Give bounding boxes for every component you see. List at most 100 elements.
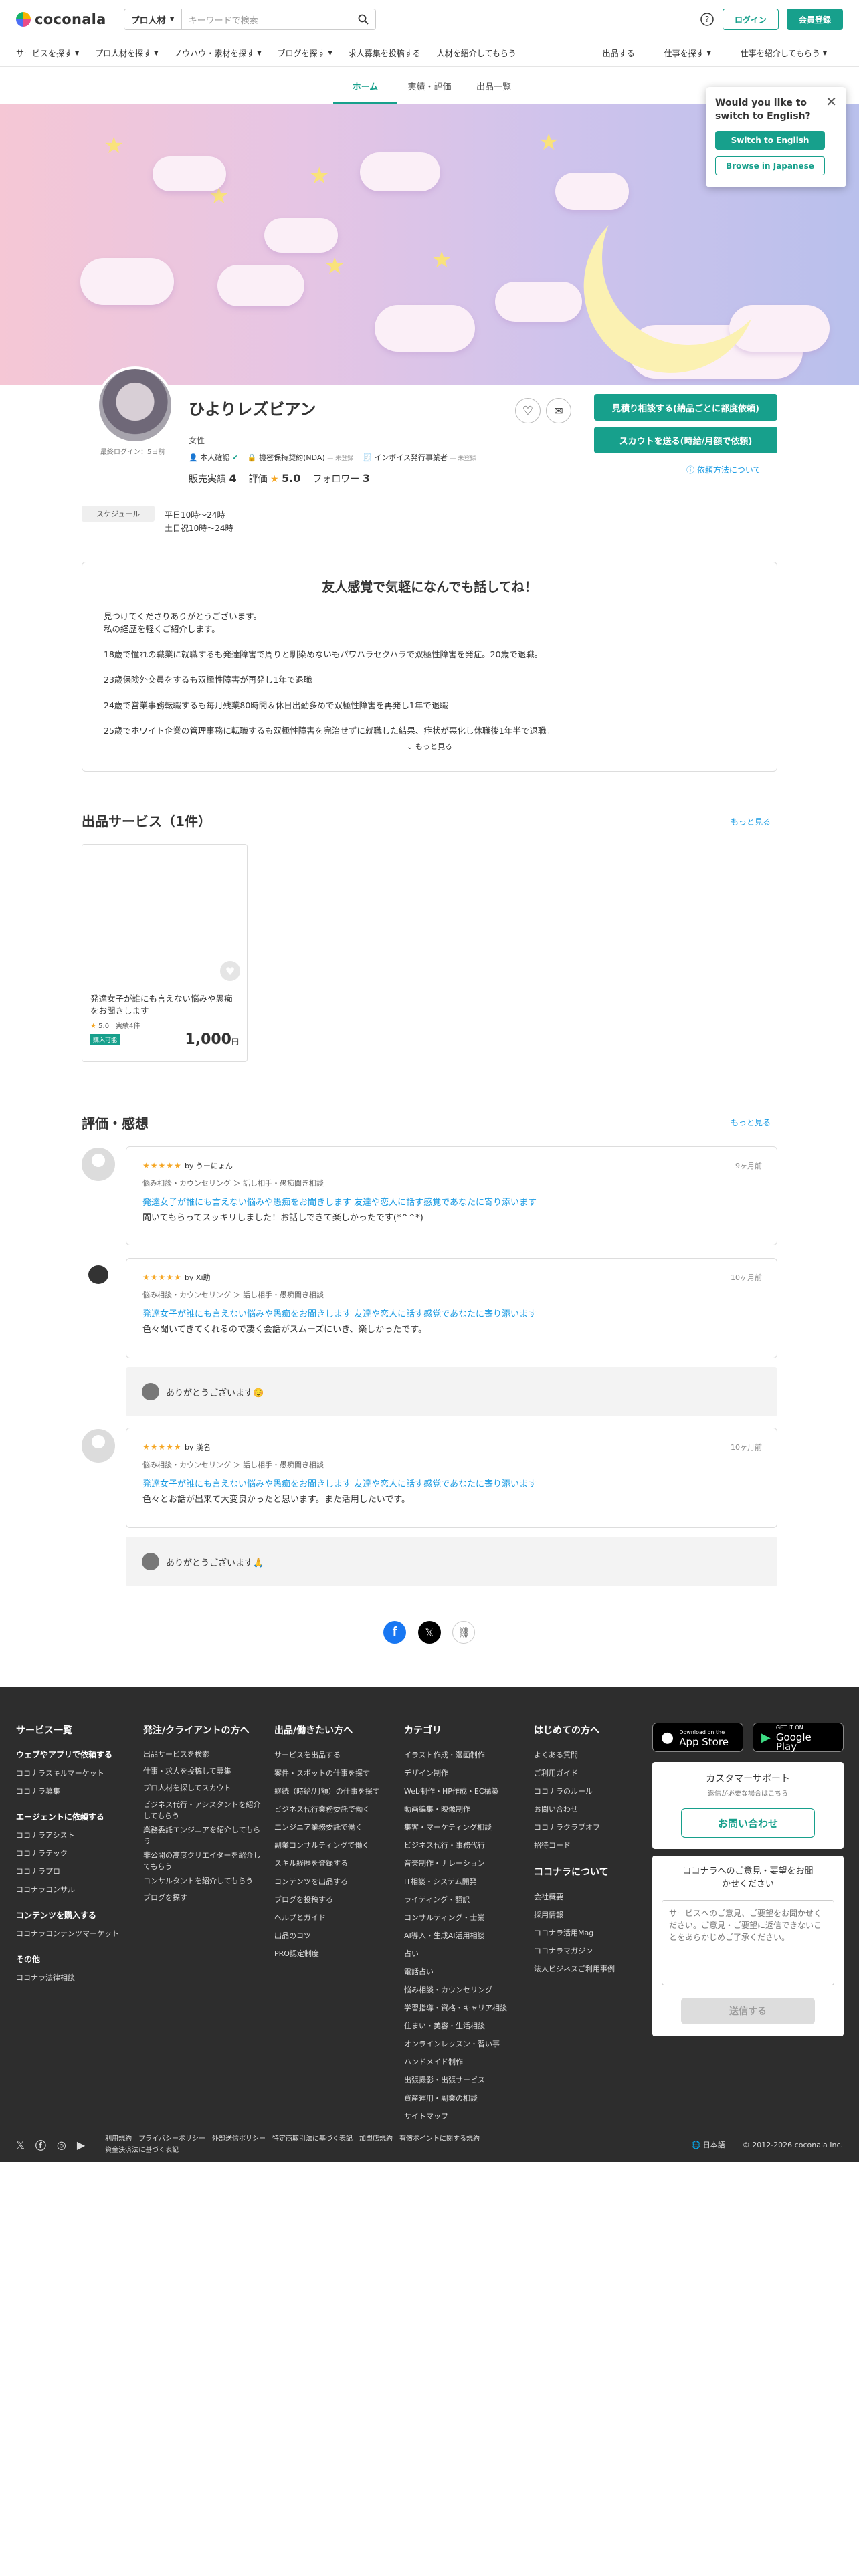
footer-link[interactable]: イラスト作成・漫画制作 [404, 1746, 524, 1764]
footer-link[interactable]: スキル経歴を登録する [274, 1854, 395, 1872]
review-service-link[interactable]: 発達女子が誰にも言えない悩みや愚痴をお聞きします 友達や恋人に話す感覚であなたに… [142, 1307, 761, 1319]
footer-link[interactable]: ココナラクラブオフ [534, 1818, 641, 1836]
search-input[interactable]: キーワードで検索 [181, 9, 376, 30]
nav-sell[interactable]: 出品する [603, 47, 635, 59]
nav-knowhow[interactable]: ノウハウ・素材を探す ▼ [174, 47, 261, 59]
footer-link[interactable]: ビジネス代行・アシスタントを紹介してもらう [143, 1799, 264, 1822]
feedback-textarea[interactable] [662, 1900, 834, 1985]
browse-japanese-button[interactable]: Browse in Japanese [715, 156, 825, 175]
legal-link[interactable]: 加盟店規約 [359, 2135, 393, 2143]
footer-link[interactable]: 業務委託エンジニアを紹介してもらう [143, 1824, 264, 1847]
footer-link[interactable]: コンテンツを出品する [274, 1872, 395, 1891]
footer-link[interactable]: 法人ビジネスご利用事例 [534, 1960, 641, 1978]
footer-link[interactable]: PRO認定制度 [274, 1945, 395, 1963]
footer-link[interactable]: 音楽制作・ナレーション [404, 1854, 524, 1872]
legal-link[interactable]: プライバシーポリシー [138, 2135, 205, 2143]
footer-link[interactable]: ココナラのルール [534, 1782, 641, 1800]
footer-link[interactable]: ココナラテック [16, 1844, 130, 1862]
footer-link[interactable]: 学習指導・資格・キャリア相談 [404, 1999, 524, 2017]
review-service-link[interactable]: 発達女子が誰にも言えない悩みや愚痴をお聞きします 友達や恋人に話す感覚であなたに… [142, 1195, 761, 1208]
footer-link[interactable]: 非公開の高度クリエイターを紹介してもらう [143, 1850, 264, 1872]
favorite-heart-icon[interactable]: ♡ [515, 398, 541, 423]
message-mail-icon[interactable]: ✉ [546, 398, 571, 423]
x-icon[interactable]: 𝕏 [16, 2139, 25, 2151]
footer-link[interactable]: 資産運用・副業の相談 [404, 2089, 524, 2107]
footer-link[interactable]: デザイン制作 [404, 1764, 524, 1782]
footer-link[interactable]: 占い [404, 1945, 524, 1963]
tab-reviews[interactable]: 実績・評価 [397, 70, 462, 104]
footer-link[interactable]: ブログを投稿する [274, 1891, 395, 1909]
footer-link[interactable]: 案件・スポットの仕事を探す [274, 1764, 395, 1782]
footer-link[interactable]: IT相談・システム開発 [404, 1872, 524, 1891]
app-store-badge[interactable]: ● Download on the App Store [652, 1723, 743, 1752]
footer-link[interactable]: ハンドメイド制作 [404, 2053, 524, 2071]
footer-link[interactable]: ココナラ募集 [16, 1782, 130, 1800]
footer-link[interactable]: お問い合わせ [534, 1800, 641, 1818]
footer-link[interactable]: ココナラマガジン [534, 1942, 641, 1960]
footer-link[interactable]: 会社概要 [534, 1888, 641, 1906]
footer-link[interactable]: ココナラアシスト [16, 1826, 130, 1844]
footer-link[interactable]: 招待コード [534, 1836, 641, 1854]
footer-link[interactable]: ライティング・翻訳 [404, 1891, 524, 1909]
reviews-more-link[interactable]: もっと見る [731, 1117, 771, 1128]
footer-link[interactable]: プロ人材を探してスカウト [143, 1780, 264, 1796]
facebook-icon[interactable]: ⓕ [35, 2137, 46, 2153]
footer-link[interactable]: ココナラスキルマーケット [16, 1764, 130, 1782]
footer-link[interactable]: コンサルタントを紹介してもらう [143, 1875, 264, 1887]
facebook-share-icon[interactable]: f [383, 1621, 406, 1644]
footer-link[interactable]: ブログを探す [143, 1889, 264, 1906]
footer-link[interactable]: 継続（時給/月額）の仕事を探す [274, 1782, 395, 1800]
send-button[interactable]: 送信する [681, 1998, 815, 2024]
footer-link[interactable]: ビジネス代行業務委託で働く [274, 1800, 395, 1818]
google-play-badge[interactable]: ▶ GET IT ON Google Play [753, 1723, 844, 1752]
footer-link[interactable]: 仕事・求人を投稿して募集 [143, 1763, 264, 1780]
coconala-logo[interactable]: coconala [16, 11, 106, 27]
footer-link[interactable]: 出張撮影・出張サービス [404, 2071, 524, 2089]
contact-button[interactable]: お問い合わせ [681, 1808, 815, 1838]
legal-link[interactable]: 利用規約 [105, 2135, 132, 2143]
scout-button[interactable]: スカウトを送る(時給/月額で依頼) [594, 427, 777, 453]
footer-link[interactable]: 動画編集・映像制作 [404, 1800, 524, 1818]
heart-icon[interactable]: ♥ [220, 961, 240, 981]
nav-post-job[interactable]: 求人募集を投稿する [349, 47, 421, 59]
legal-link[interactable]: 外部送信ポリシー [212, 2135, 266, 2143]
language-select[interactable]: 🌐 日本語 [692, 2139, 725, 2150]
x-share-icon[interactable]: 𝕏 [418, 1621, 441, 1644]
footer-link[interactable]: 住まい・美容・生活相談 [404, 2017, 524, 2035]
tab-home[interactable]: ホーム [333, 70, 397, 104]
nav-blog[interactable]: ブログを探す ▼ [278, 47, 332, 59]
footer-link[interactable]: サービスを出品する [274, 1746, 395, 1764]
review-service-link[interactable]: 発達女子が誰にも言えない悩みや愚痴をお聞きします 友達や恋人に話す感覚であなたに… [142, 1477, 761, 1489]
footer-link[interactable]: ヘルプとガイド [274, 1909, 395, 1927]
footer-link[interactable]: ご利用ガイド [534, 1764, 641, 1782]
footer-link[interactable]: 出品サービスを検索 [143, 1746, 264, 1763]
nav-referral[interactable]: 人材を紹介してもらう [437, 47, 516, 59]
switch-english-button[interactable]: Switch to English [715, 131, 825, 150]
youtube-icon[interactable]: ▶ [77, 2139, 85, 2151]
footer-link[interactable]: オンラインレッスン・習い事 [404, 2035, 524, 2053]
footer-link[interactable]: 集客・マーケティング相談 [404, 1818, 524, 1836]
signup-button[interactable]: 会員登録 [787, 9, 843, 30]
nav-work-referral[interactable]: 仕事を紹介してもらう ▼ [741, 47, 827, 59]
footer-link[interactable]: ココナラプロ [16, 1862, 130, 1881]
footer-link[interactable]: 悩み相談・カウンセリング [404, 1981, 524, 1999]
category-select[interactable]: プロ人材 ▼ [123, 9, 182, 30]
link-copy-icon[interactable]: ⛓ [452, 1621, 475, 1644]
footer-link[interactable]: ココナラ法律相談 [16, 1969, 130, 1987]
footer-link[interactable]: AI導入・生成AI活用相談 [404, 1927, 524, 1945]
nav-find-work[interactable]: 仕事を探す ▼ [664, 47, 711, 59]
instagram-icon[interactable]: ◎ [57, 2139, 66, 2151]
help-icon[interactable]: ? [700, 12, 714, 27]
nav-services[interactable]: サービスを探す ▼ [16, 47, 79, 59]
quote-request-button[interactable]: 見積り相談する(納品ごとに都度依頼) [594, 394, 777, 421]
footer-link[interactable]: エンジニア業務委託で働く [274, 1818, 395, 1836]
footer-link[interactable]: Web制作・HP作成・EC構築 [404, 1782, 524, 1800]
footer-link[interactable]: ココナラコンテンツマーケット [16, 1925, 130, 1943]
footer-link[interactable]: よくある質問 [534, 1746, 641, 1764]
footer-link[interactable]: ココナラ活用Mag [534, 1924, 641, 1942]
intro-more-button[interactable]: ⌄ もっと見る [104, 741, 755, 752]
close-icon[interactable]: ✕ [826, 94, 837, 110]
footer-link[interactable]: 副業コンサルティングで働く [274, 1836, 395, 1854]
search-icon[interactable] [358, 14, 369, 25]
nav-pro[interactable]: プロ人材を探す ▼ [95, 47, 158, 59]
